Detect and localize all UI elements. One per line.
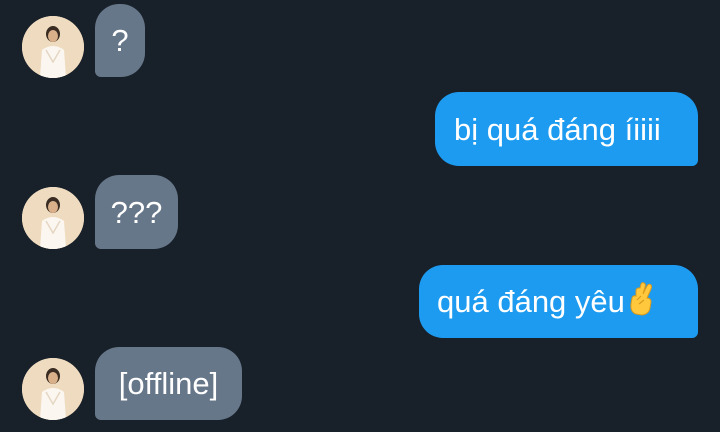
contact-avatar[interactable] [22, 358, 84, 420]
incoming-message-bubble[interactable]: ??? [95, 175, 178, 249]
message-text: bị quá đáng íiiii [454, 111, 661, 147]
outgoing-message-bubble[interactable]: quá đáng yêu [419, 265, 698, 338]
message-text: ??? [110, 194, 163, 230]
message-text: [offline] [118, 366, 219, 401]
outgoing-message-bubble[interactable]: bị quá đáng íiiii [435, 92, 698, 166]
chat-thread: ? bị quá đáng íiiii ??? quá đáng yêu [of… [0, 0, 720, 432]
message-text: ? [111, 23, 129, 58]
incoming-message-bubble[interactable]: ? [95, 4, 145, 77]
crossed-fingers-icon [627, 282, 657, 321]
contact-avatar[interactable] [22, 187, 84, 249]
message-text: quá đáng yêu [437, 284, 625, 319]
contact-avatar[interactable] [22, 16, 84, 78]
incoming-message-bubble[interactable]: [offline] [95, 347, 242, 420]
